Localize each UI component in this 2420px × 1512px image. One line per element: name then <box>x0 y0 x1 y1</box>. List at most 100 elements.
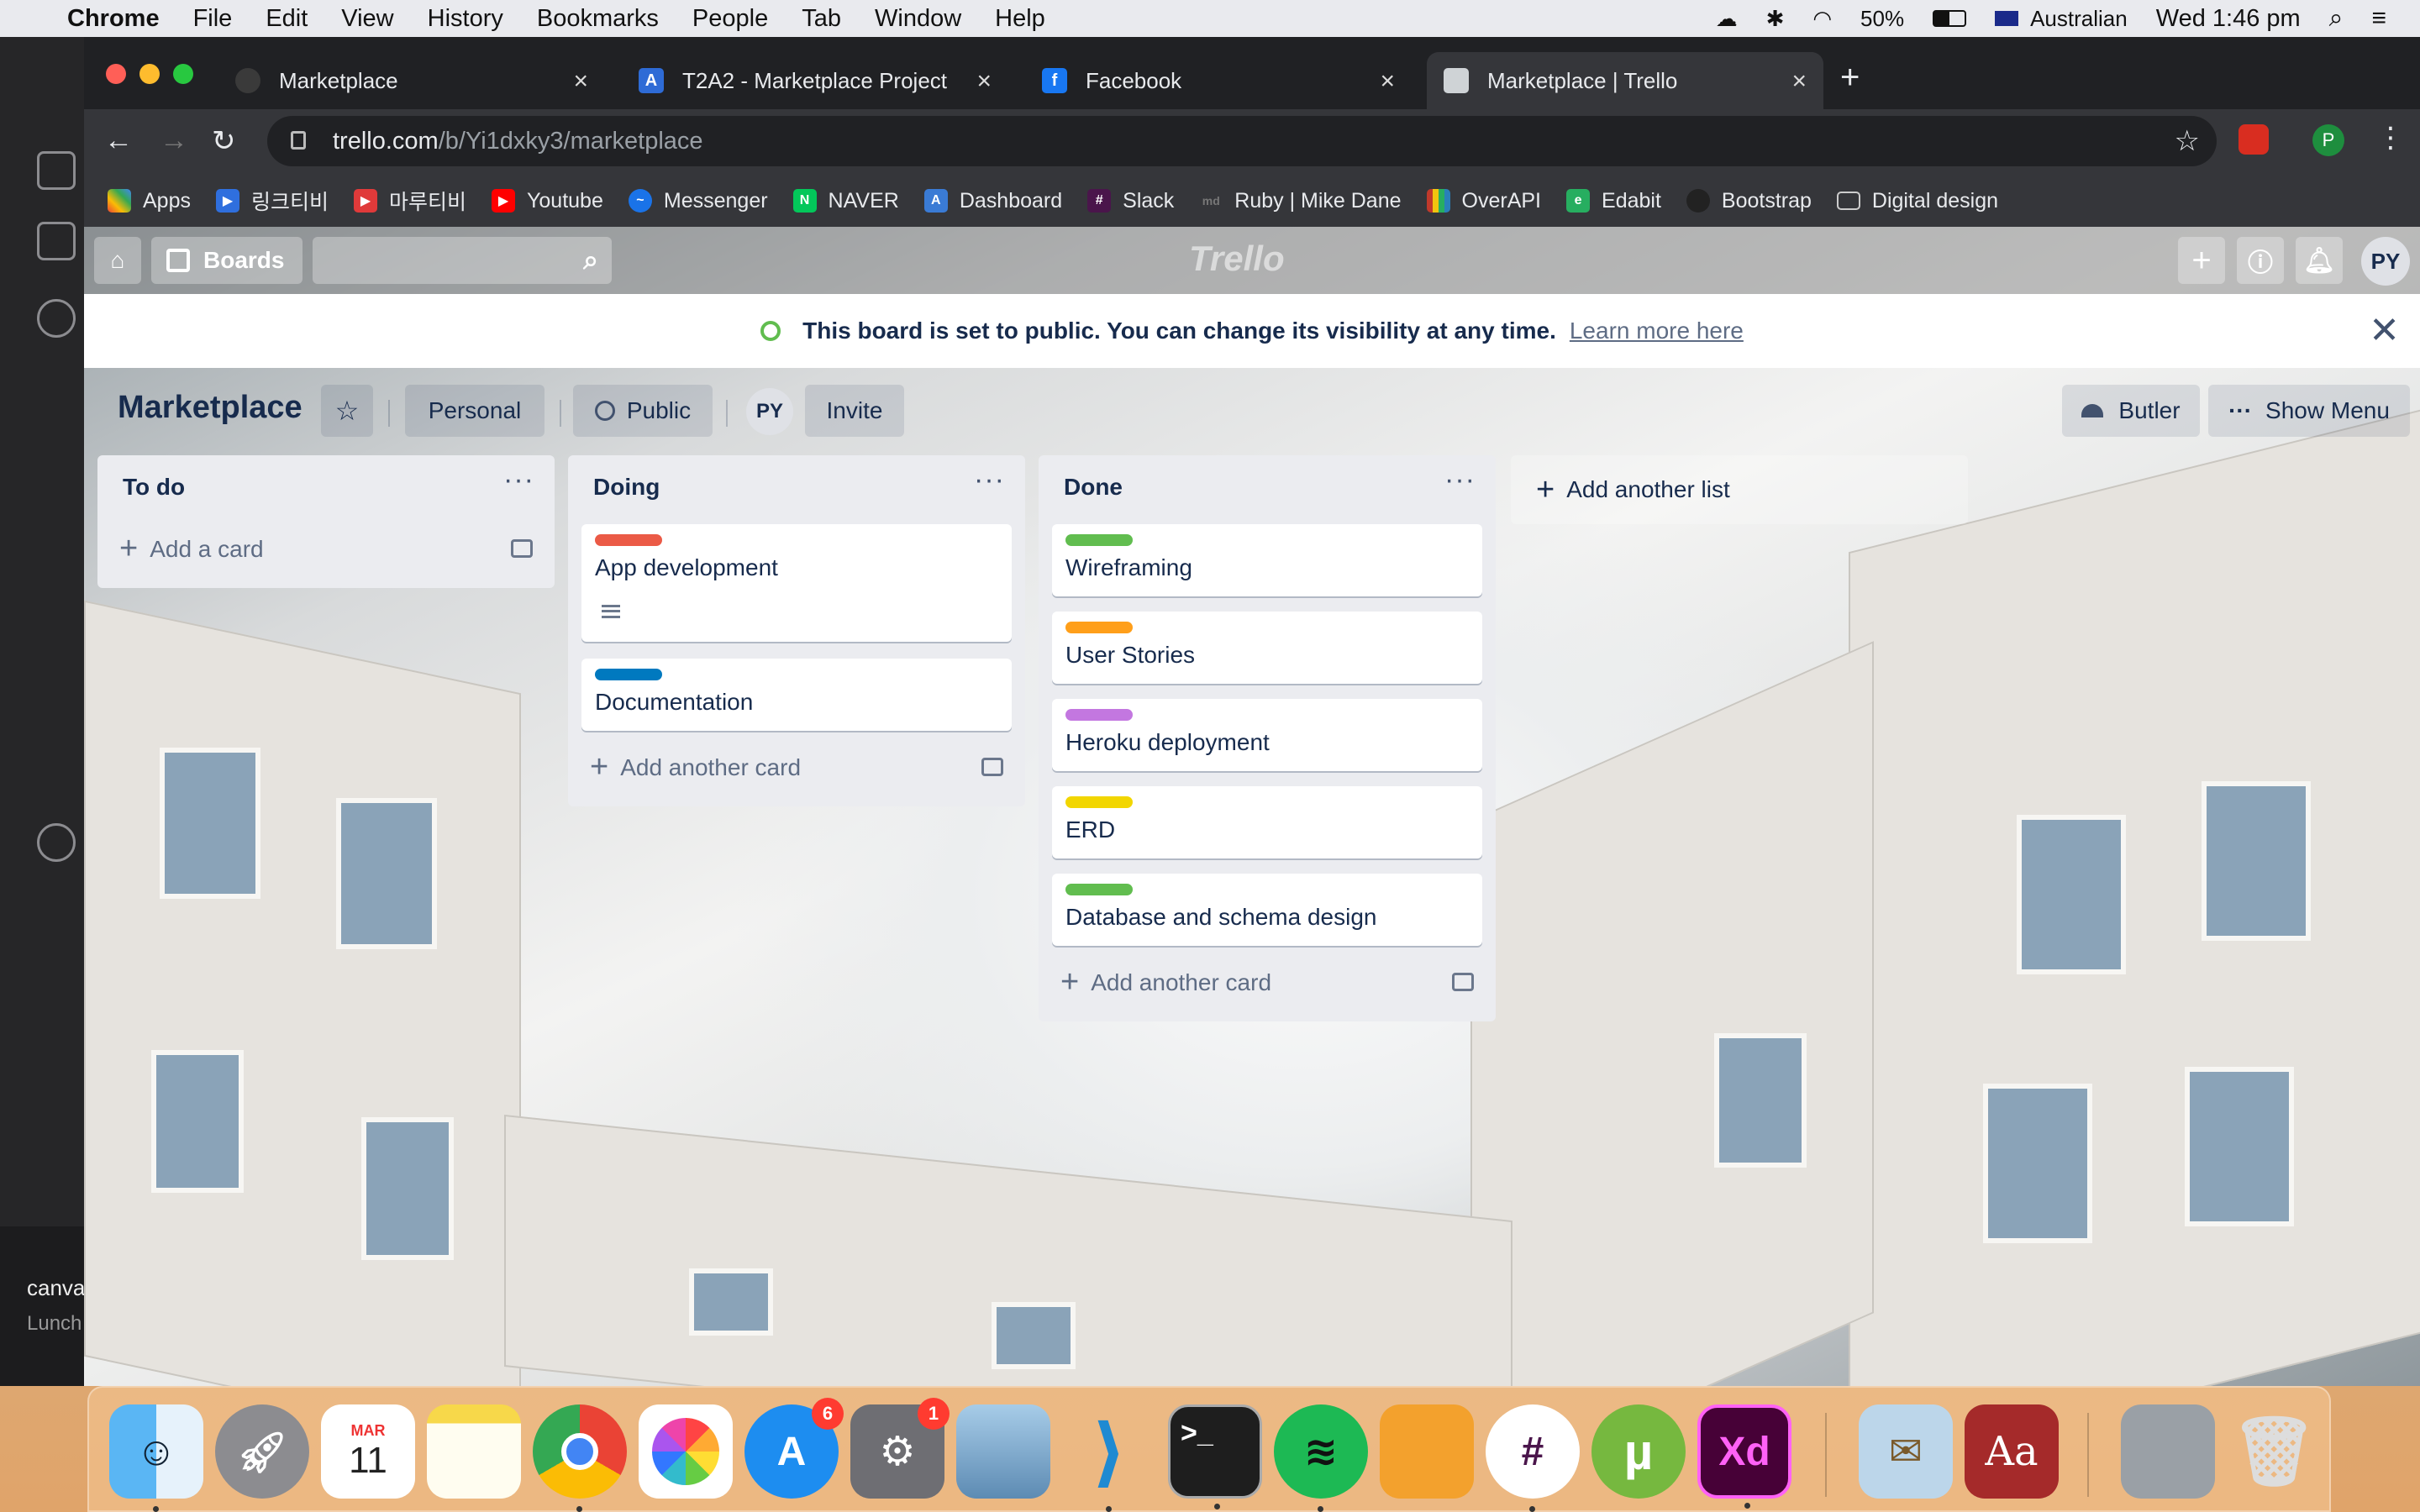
menu-window[interactable]: Window <box>875 5 961 33</box>
minimize-window-button[interactable] <box>139 64 160 84</box>
tab-marketplace[interactable]: Marketplace × <box>218 52 605 109</box>
team-button[interactable]: Personal <box>405 385 544 437</box>
list-title[interactable]: Doing <box>593 474 660 501</box>
trello-home-button[interactable]: ⌂ <box>94 237 141 284</box>
bookmark-slack[interactable]: # Slack <box>1087 189 1174 213</box>
show-menu-button[interactable]: ··· Show Menu <box>2208 385 2410 437</box>
input-source[interactable]: Australian <box>2030 6 2128 32</box>
creative-cloud-icon[interactable]: ☁ <box>1716 6 1738 32</box>
archive-icon[interactable] <box>37 222 76 260</box>
back-icon[interactable]: ← <box>104 124 133 157</box>
learn-more-link[interactable]: Learn more here <box>1570 318 1744 344</box>
reload-icon[interactable]: ↻ <box>212 124 236 158</box>
calendar-icon[interactable]: MAR 11 <box>321 1404 415 1499</box>
forward-icon[interactable]: → <box>160 124 188 157</box>
utorrent-icon[interactable]: µ <box>1591 1404 1686 1499</box>
system-preferences-icon[interactable]: ⚙ 1 <box>850 1398 950 1499</box>
menu-file[interactable]: File <box>193 5 233 33</box>
bookmark-naver[interactable]: N NAVER <box>792 189 899 213</box>
slack-icon[interactable]: # <box>1486 1404 1580 1512</box>
card-documentation[interactable]: Documentation <box>581 659 1012 731</box>
bluetooth-icon[interactable]: ✱ <box>1766 6 1785 32</box>
card-app-development[interactable]: App development <box>581 524 1012 642</box>
terminal-icon[interactable]: >_ <box>1168 1404 1262 1509</box>
chrome-icon[interactable] <box>533 1404 627 1512</box>
bookmark-dashboard[interactable]: A Dashboard <box>923 189 1062 213</box>
bookmark-overapi[interactable]: OverAPI <box>1426 189 1541 213</box>
menu-edit[interactable]: Edit <box>266 5 308 33</box>
lock-icon[interactable] <box>291 131 306 150</box>
menu-help[interactable]: Help <box>995 5 1045 33</box>
tab-trello[interactable]: Marketplace | Trello × <box>1427 52 1823 109</box>
card-template-icon[interactable] <box>1452 973 1474 991</box>
adobe-xd-icon[interactable]: Xd <box>1697 1404 1791 1509</box>
card-label-blue[interactable] <box>595 669 662 680</box>
finder-icon[interactable]: ☺ <box>109 1404 203 1512</box>
bookmark-youtube[interactable]: ▶ Youtube <box>492 189 603 213</box>
card-label-yellow[interactable] <box>1065 796 1133 808</box>
photos-icon[interactable] <box>639 1404 733 1499</box>
card-database-schema[interactable]: Database and schema design <box>1052 874 1482 946</box>
member-avatar[interactable]: PY <box>2361 237 2410 286</box>
board-title[interactable]: Marketplace <box>118 390 302 426</box>
profile-avatar[interactable]: P <box>2312 124 2344 156</box>
card-label-purple[interactable] <box>1065 709 1133 721</box>
pages-icon[interactable] <box>1380 1404 1474 1499</box>
close-window-button[interactable] <box>106 64 126 84</box>
add-card-button[interactable]: + Add another card <box>590 749 801 785</box>
menu-view[interactable]: View <box>341 5 393 33</box>
list-menu-icon[interactable]: ··· <box>1444 464 1476 496</box>
zoom-window-button[interactable] <box>173 64 193 84</box>
dictionary-icon[interactable]: Aa <box>1965 1404 2059 1499</box>
notification-center-icon[interactable]: ≡ <box>2371 4 2386 33</box>
visibility-button[interactable]: Public <box>573 385 713 437</box>
star-board-button[interactable]: ☆ <box>321 385 373 437</box>
spotlight-search-icon[interactable]: ⌕ <box>2329 4 2344 33</box>
card-wireframing[interactable]: Wireframing <box>1052 524 1482 596</box>
card-user-stories[interactable]: User Stories <box>1052 612 1482 684</box>
notifications-button[interactable]: 🔔︎ <box>2296 237 2343 284</box>
create-button[interactable]: + <box>2178 237 2225 284</box>
trello-logo[interactable]: Trello <box>1189 239 1285 279</box>
bookmark-linktv[interactable]: ▶ 링크티비 <box>215 186 329 216</box>
menu-tab[interactable]: Tab <box>802 5 841 33</box>
new-tab-icon[interactable]: + <box>1840 59 1860 97</box>
close-tab-icon[interactable]: × <box>976 67 992 96</box>
battery-icon[interactable] <box>1933 10 1967 27</box>
tab-t2a2[interactable]: A T2A2 - Marketplace Project × <box>622 52 1008 109</box>
card-template-icon[interactable] <box>511 539 533 558</box>
spotify-icon[interactable]: ≋ <box>1274 1404 1368 1512</box>
card-heroku-deployment[interactable]: Heroku deployment <box>1052 699 1482 771</box>
app-store-icon[interactable]: A6 <box>744 1398 844 1499</box>
boards-button[interactable]: Boards <box>151 237 302 284</box>
close-banner-icon[interactable]: ✕ <box>2369 309 2400 352</box>
butler-button[interactable]: Butler <box>2062 385 2200 437</box>
bookmark-edabit[interactable]: e Edabit <box>1566 189 1661 213</box>
bookmark-ruby[interactable]: md Ruby | Mike Dane <box>1199 189 1402 213</box>
bookmark-bootstrap[interactable]: Bootstrap <box>1686 189 1812 213</box>
mail-icon[interactable]: ✉ <box>1859 1404 1953 1499</box>
bookmark-messenger[interactable]: ~ Messenger <box>628 189 768 213</box>
list-menu-icon[interactable]: ··· <box>974 464 1005 496</box>
list-title[interactable]: Done <box>1064 474 1123 501</box>
tab-facebook[interactable]: f Facebook × <box>1025 52 1412 109</box>
card-label-green[interactable] <box>1065 884 1133 895</box>
bookmark-digital-design[interactable]: Digital design <box>1836 189 1998 213</box>
menu-app-name[interactable]: Chrome <box>67 5 160 33</box>
menu-bookmarks[interactable]: Bookmarks <box>537 5 659 33</box>
menu-people[interactable]: People <box>692 5 768 33</box>
add-circle-icon[interactable] <box>37 823 76 862</box>
add-list-button[interactable]: + Add another list <box>1511 455 1968 524</box>
broadcast-icon[interactable] <box>37 299 76 338</box>
card-erd[interactable]: ERD <box>1052 786 1482 858</box>
preview-icon[interactable] <box>956 1404 1050 1499</box>
clock[interactable]: Wed 1:46 pm <box>2156 5 2301 33</box>
close-tab-icon[interactable]: × <box>1380 67 1395 96</box>
downloads-icon[interactable] <box>2121 1404 2215 1499</box>
list-title[interactable]: To do <box>123 474 185 501</box>
chrome-menu-icon[interactable]: ⋮ <box>2376 121 2405 155</box>
board-member-avatar[interactable]: PY <box>746 388 793 435</box>
card-label-orange[interactable] <box>1065 622 1133 633</box>
vscode-icon[interactable]: ⟩ <box>1062 1404 1156 1512</box>
card-label-green[interactable] <box>1065 534 1133 546</box>
